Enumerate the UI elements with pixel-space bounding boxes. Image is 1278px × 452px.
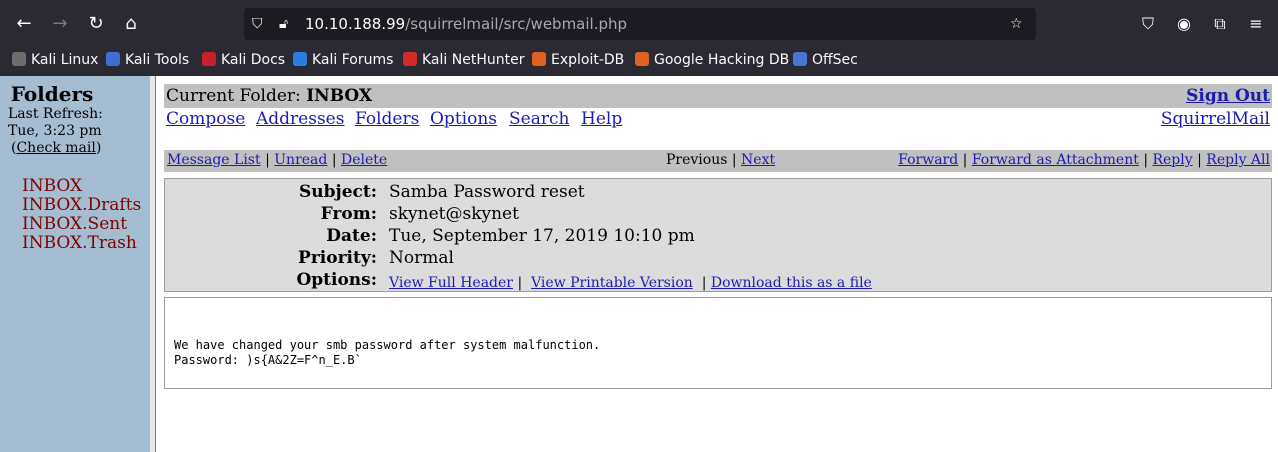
body-line: We have changed your smb password after …	[174, 338, 601, 352]
bookmark-star-icon[interactable]: ☆	[1010, 8, 1023, 40]
options-link[interactable]: Options	[430, 109, 497, 129]
folder-sidebar: Folders Last Refresh: Tue, 3:23 pm (Chec…	[0, 76, 150, 452]
current-folder-bar: Current Folder: INBOX Sign Out	[164, 84, 1272, 108]
reload-icon[interactable]: ↻	[82, 10, 110, 38]
options-links: View Full Header | View Printable Versio…	[389, 275, 872, 291]
sign-out-link[interactable]: Sign Out	[1186, 86, 1270, 106]
last-refresh-label: Last Refresh:	[8, 106, 103, 122]
bookmark-offsec[interactable]: OffSec	[793, 48, 858, 72]
bookmark-kali-docs[interactable]: Kali Docs	[202, 48, 285, 72]
forward-arrow-icon[interactable]: →	[46, 10, 74, 38]
bookmark-exploit-db[interactable]: Exploit-DB	[532, 48, 624, 72]
shield-icon[interactable]: ⛉	[252, 8, 263, 40]
bookmark-kali-tools[interactable]: Kali Tools	[106, 48, 189, 72]
message-body: We have changed your smb password after …	[164, 297, 1272, 389]
bookmark-google-hacking-db[interactable]: Google Hacking DB	[635, 48, 789, 72]
view-printable-version-link[interactable]: View Printable Version	[531, 275, 693, 291]
options-label: Options:	[296, 270, 377, 290]
reply-all-link[interactable]: Reply All	[1206, 152, 1270, 168]
pocket-icon[interactable]: ⛉	[1135, 10, 1161, 38]
view-full-header-link[interactable]: View Full Header	[389, 275, 513, 291]
next-link[interactable]: Next	[741, 152, 775, 168]
kali-docs-icon	[202, 52, 216, 66]
account-icon[interactable]: ◉	[1171, 10, 1197, 38]
bookmark-kali-nethunter[interactable]: Kali NetHunter	[403, 48, 524, 72]
nethunter-icon	[403, 52, 417, 66]
compose-link[interactable]: Compose	[166, 109, 245, 129]
forward-as-attachment-link[interactable]: Forward as Attachment	[972, 152, 1139, 168]
browser-chrome: ← → ↻ ⌂ ⛉ 🔓︎ 10.10.188.99/squirrelmail/s…	[0, 0, 1278, 76]
addresses-link[interactable]: Addresses	[256, 109, 344, 129]
home-icon[interactable]: ⌂	[117, 10, 145, 38]
message-nav-bar: Message List | Unread | Delete Previous …	[164, 150, 1272, 172]
menu-icon[interactable]: ≡	[1243, 10, 1269, 38]
reply-link[interactable]: Reply	[1152, 152, 1192, 168]
date-label: Date:	[326, 226, 377, 246]
download-as-file-link[interactable]: Download this as a file	[711, 275, 872, 291]
folder-inbox-sent[interactable]: INBOX.Sent	[22, 214, 127, 234]
ghdb-icon	[635, 52, 649, 66]
priority-value: Normal	[389, 248, 454, 268]
help-link[interactable]: Help	[581, 109, 622, 129]
check-mail-link[interactable]: Check mail	[16, 140, 95, 156]
from-value: skynet@skynet	[389, 204, 519, 224]
frame-divider[interactable]	[150, 76, 156, 452]
subject-label: Subject:	[299, 182, 377, 202]
message-header: Subject: Samba Password reset From: skyn…	[164, 178, 1272, 292]
body-line: Password: )s{A&2Z=F^n_E.B`	[174, 353, 362, 367]
url-path: /squirrelmail/src/webmail.php	[405, 15, 628, 33]
folders-title: Folders	[10, 82, 94, 106]
url-host: 10.10.188.99	[305, 15, 406, 33]
back-arrow-icon[interactable]: ←	[10, 10, 38, 38]
bookmark-kali-forums[interactable]: Kali Forums	[293, 48, 393, 72]
current-folder: Current Folder: INBOX	[166, 86, 373, 106]
folder-inbox[interactable]: INBOX	[22, 176, 82, 196]
url-text[interactable]: 10.10.188.99/squirrelmail/src/webmail.ph…	[305, 8, 627, 40]
squirrelmail-link[interactable]: SquirrelMail	[1161, 109, 1270, 129]
previous-label: Previous	[666, 152, 728, 168]
priority-label: Priority:	[298, 248, 377, 268]
folder-inbox-trash[interactable]: INBOX.Trash	[22, 233, 137, 253]
insecure-lock-icon[interactable]: 🔓︎	[279, 8, 288, 40]
current-folder-name: INBOX	[306, 86, 373, 106]
prev-next-nav: Previous | Next	[666, 152, 776, 168]
extensions-icon[interactable]: ⧉	[1207, 10, 1233, 38]
message-actions: Message List | Unread | Delete	[167, 152, 388, 168]
bookmarks-toolbar: Kali Linux Kali Tools Kali Docs Kali For…	[0, 48, 1278, 72]
kali-dragon-icon	[12, 52, 26, 66]
offsec-icon	[793, 52, 807, 66]
last-refresh-time: Tue, 3:23 pm	[8, 123, 102, 139]
unread-link[interactable]: Unread	[274, 152, 327, 168]
from-label: From:	[320, 204, 377, 224]
subject-value: Samba Password reset	[389, 182, 585, 202]
kali-tools-icon	[106, 52, 120, 66]
reply-actions: Forward | Forward as Attachment | Reply …	[898, 152, 1270, 168]
search-link[interactable]: Search	[509, 109, 569, 129]
exploitdb-icon	[532, 52, 546, 66]
folders-link[interactable]: Folders	[355, 109, 419, 129]
forward-link[interactable]: Forward	[898, 152, 958, 168]
message-list-link[interactable]: Message List	[167, 152, 261, 168]
url-bar[interactable]: ⛉ 🔓︎ 10.10.188.99/squirrelmail/src/webma…	[244, 8, 1036, 40]
folder-inbox-drafts[interactable]: INBOX.Drafts	[22, 195, 141, 215]
delete-link[interactable]: Delete	[341, 152, 387, 168]
bookmark-kali-linux[interactable]: Kali Linux	[12, 48, 98, 72]
check-mail-row: (Check mail)	[11, 140, 102, 156]
kali-forums-icon	[293, 52, 307, 66]
date-value: Tue, September 17, 2019 10:10 pm	[389, 226, 695, 246]
